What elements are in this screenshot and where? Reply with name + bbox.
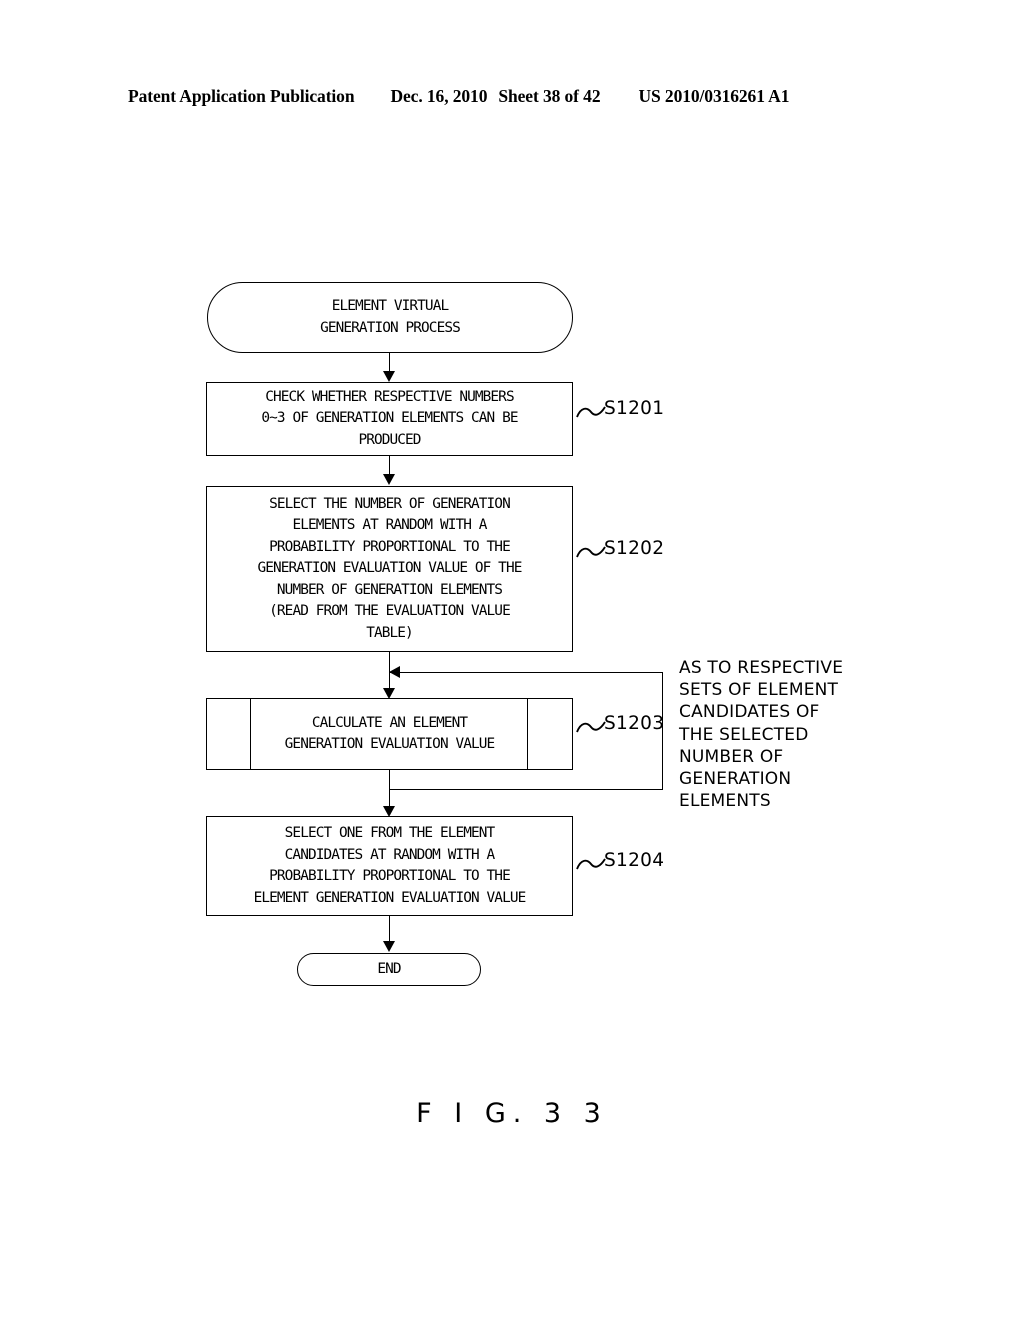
annotation-line-6: GENERATION (679, 769, 792, 790)
annotation-line-2: SETS OF ELEMENT (679, 680, 839, 701)
header-publication: Patent Application Publication (128, 86, 355, 106)
start-label-line-1: ELEMENT VIRTUAL (331, 298, 449, 314)
flow-terminal-start-label: ELEMENT VIRTUAL GENERATION PROCESS (207, 282, 573, 353)
header-date: Dec. 16, 2010 (390, 86, 488, 106)
s1202-line-7: TABLE) (366, 624, 413, 641)
annotation-line-5: NUMBER OF (679, 746, 784, 767)
flow-step-s1202-label: SELECT THE NUMBER OF GENERATION ELEMENTS… (206, 486, 573, 652)
annotation-line-4: THE SELECTED (679, 724, 809, 745)
connector-start-to-s1201 (389, 353, 390, 373)
s1204-line-1: SELECT ONE FROM THE ELEMENT (284, 825, 496, 841)
arrowhead-loop-return (389, 666, 400, 678)
s1203-line-2: GENERATION EVALUATION VALUE (284, 736, 496, 752)
loop-return-top-line (389, 672, 663, 673)
s1201-line-1: CHECK WHETHER RESPECTIVE NUMBERS (265, 388, 514, 405)
start-label-line-2: GENERATION PROCESS (320, 319, 461, 336)
flow-step-s1201-id: S1201 (604, 398, 665, 419)
annotation-line-3: CANDIDATES OF (679, 702, 820, 723)
flow-annotation-loop-scope: AS TO RESPECTIVE SETS OF ELEMENT CANDIDA… (679, 657, 843, 812)
end-label: END (377, 960, 401, 977)
arrowhead-into-s1201 (383, 371, 395, 382)
s1202-line-6: (READ FROM THE EVALUATION VALUE (269, 603, 511, 620)
s1202-line-3: PROBABILITY PROPORTIONAL TO THE (269, 538, 511, 555)
s1202-line-2: ELEMENTS AT RANDOM WITH A (292, 517, 487, 534)
leader-squiggle-s1204 (576, 858, 606, 870)
flow-step-s1203-label: CALCULATE AN ELEMENT GENERATION EVALUATI… (206, 698, 573, 770)
s1203-line-1: CALCULATE AN ELEMENT (311, 714, 468, 731)
leader-squiggle-s1202 (576, 546, 606, 558)
flow-step-s1204-label: SELECT ONE FROM THE ELEMENT CANDIDATES A… (206, 816, 573, 916)
flow-step-s1202-id: S1202 (604, 538, 665, 559)
figure-caption: F I G. 3 3 (416, 1098, 608, 1129)
s1202-line-1: SELECT THE NUMBER OF GENERATION (269, 495, 511, 512)
page-header: Patent Application Publication Dec. 16, … (128, 86, 896, 110)
annotation-line-7: ELEMENTS (679, 791, 771, 812)
flow-step-s1201-label: CHECK WHETHER RESPECTIVE NUMBERS 0~3 OF … (206, 382, 573, 456)
leader-squiggle-s1203 (576, 721, 606, 733)
loop-return-bottom-line (389, 789, 663, 790)
connector-s1201-to-s1202 (389, 456, 390, 476)
flow-terminal-end-label: END (297, 953, 481, 986)
annotation-line-1: AS TO RESPECTIVE (679, 658, 844, 678)
patent-figure-page: Patent Application Publication Dec. 16, … (0, 0, 1024, 1320)
flow-step-s1203-id: S1203 (604, 713, 665, 734)
connector-s1204-to-end (389, 916, 390, 943)
s1202-line-5: NUMBER OF GENERATION ELEMENTS (276, 581, 503, 598)
s1204-line-2: CANDIDATES AT RANDOM WITH A (284, 846, 496, 863)
header-sheet: Sheet 38 of 42 (498, 86, 601, 106)
flow-step-s1204-id: S1204 (604, 850, 665, 871)
leader-squiggle-s1201 (576, 406, 606, 418)
s1204-line-3: PROBABILITY PROPORTIONAL TO THE (269, 868, 511, 884)
s1204-line-4: ELEMENT GENERATION EVALUATION VALUE (253, 889, 527, 906)
header-pub-number: US 2010/0316261 A1 (638, 86, 790, 106)
s1202-line-4: GENERATION EVALUATION VALUE OF THE (257, 560, 523, 577)
s1201-line-2: 0~3 OF GENERATION ELEMENTS CAN BE (261, 410, 518, 427)
arrowhead-into-end (383, 941, 395, 952)
s1201-line-3: PRODUCED (358, 431, 421, 448)
arrowhead-into-s1202 (383, 474, 395, 485)
